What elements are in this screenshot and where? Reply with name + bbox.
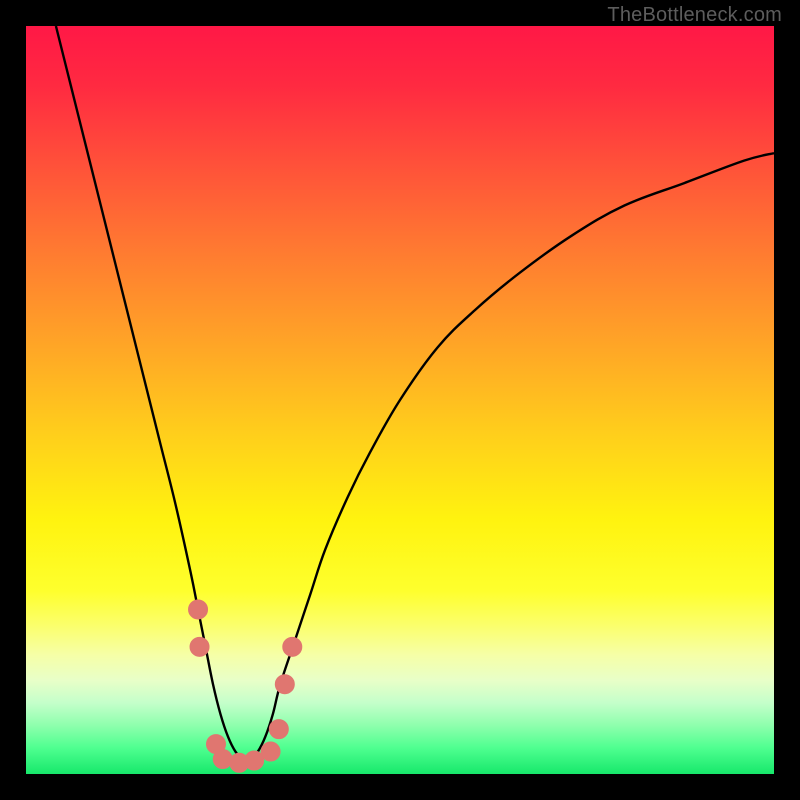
data-marker	[261, 742, 280, 761]
bottleneck-curve	[56, 26, 774, 760]
chart-frame	[26, 26, 774, 774]
data-marker	[275, 675, 294, 694]
chart-plot	[26, 26, 774, 774]
watermark-label: TheBottleneck.com	[607, 4, 782, 27]
data-marker	[189, 600, 208, 619]
data-marker	[213, 750, 232, 769]
data-marker	[190, 637, 209, 656]
data-marker	[245, 751, 264, 770]
data-marker	[269, 720, 288, 739]
data-marker	[283, 637, 302, 656]
marker-group	[189, 600, 302, 772]
